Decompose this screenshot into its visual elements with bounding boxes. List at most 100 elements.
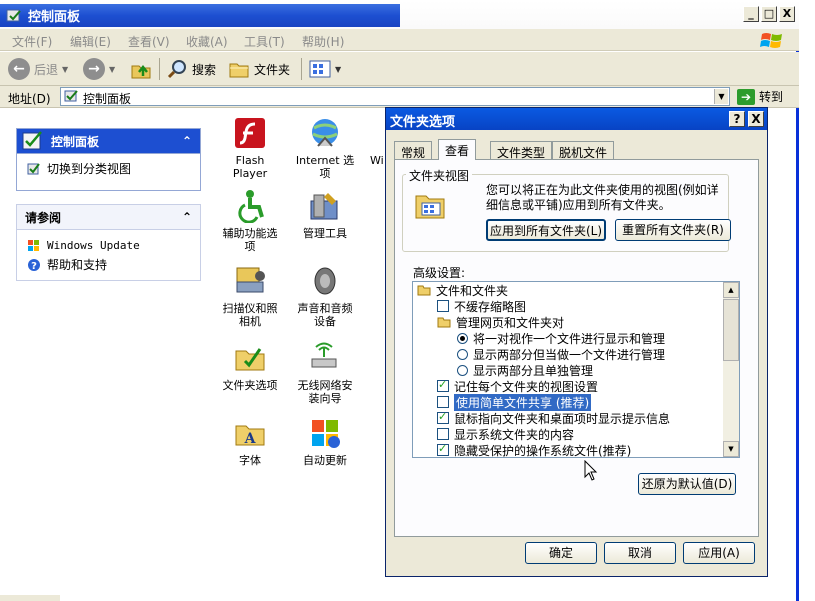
applet-fonts[interactable]: A 字体 (210, 416, 290, 467)
folder-view-icon (415, 195, 445, 219)
applet-label: 文件夹选项 (222, 379, 278, 392)
tree-scrollbar[interactable]: ▲ ▼ (723, 282, 739, 457)
applet-scanners-and-cameras[interactable]: 扫描仪和照 相机 (210, 264, 290, 328)
tree-row-show-system-folder-contents[interactable]: 显示系统文件夹的内容 (437, 426, 574, 442)
views-dropdown-icon: ▼ (335, 64, 342, 74)
applet-label: 声音和音频 设备 (297, 302, 353, 328)
folders-button[interactable]: 文件夹 (228, 57, 290, 81)
folder-icon (437, 317, 451, 327)
remember-view-settings-checkbox[interactable] (437, 378, 449, 392)
applet-sounds-and-audio[interactable]: 声音和音频 设备 (285, 264, 365, 328)
dialog-help-button[interactable]: ? (729, 111, 745, 127)
back-button[interactable]: ← 后退 ▼ (8, 57, 68, 81)
hide-protected-os-files-checkbox[interactable] (437, 442, 449, 456)
applet-label: 无线网络安 装向导 (297, 379, 353, 405)
forward-button[interactable]: → ▼ (83, 57, 115, 81)
tab-offline-files[interactable]: 脱机文件 (552, 141, 615, 160)
collapse-chevron-icon[interactable]: ⌃ (182, 210, 192, 224)
menu-edit[interactable]: 编辑(E) (70, 33, 111, 50)
applet-flash-player[interactable]: Flash Player (210, 116, 290, 180)
minimize-button[interactable]: _ (743, 6, 759, 22)
tab-view[interactable]: 查看 (438, 139, 477, 160)
applet-label: 扫描仪和照 相机 (222, 302, 278, 328)
address-label: 地址(D) (8, 92, 51, 106)
tree-row-show-popup-info[interactable]: 鼠标指向文件夹和桌面项时显示提示信息 (437, 410, 670, 426)
show-both-manage-as-one-radio[interactable] (457, 348, 468, 360)
collapse-chevron-icon[interactable]: ⌃ (182, 134, 192, 148)
menu-help[interactable]: 帮助(H) (302, 33, 344, 50)
close-button[interactable]: X (779, 6, 795, 22)
applet-administrative-tools[interactable]: 管理工具 (285, 189, 365, 240)
scroll-up-arrow-icon[interactable]: ▲ (723, 282, 739, 298)
reset-all-folders-button[interactable]: 重置所有文件夹(R) (615, 219, 731, 241)
tree-row-simple-file-sharing[interactable]: 使用简单文件共享 (推荐) (437, 393, 592, 411)
applet-label: Flash Player (232, 154, 268, 180)
dialog-titlebar[interactable]: 文件夹选项 ? X (386, 108, 767, 130)
sound-icon (314, 267, 336, 295)
accessibility-icon (238, 190, 264, 223)
window-titlebar[interactable]: 控制面板 _ □ X (0, 0, 799, 29)
tree-row-remember-view-settings[interactable]: 记住每个文件夹的视图设置 (437, 378, 598, 394)
applet-accessibility-options[interactable]: 辅助功能选 项 (210, 189, 290, 253)
menu-tools[interactable]: 工具(T) (244, 33, 285, 50)
windows-update-link[interactable]: Windows Update (17, 230, 200, 255)
folder-views-label: 文件夹视图 (406, 167, 473, 184)
up-folder-button[interactable] (130, 57, 152, 81)
tree-row-hide-protected-os-files[interactable]: 隐藏受保护的操作系统文件(推荐) (437, 442, 631, 457)
forward-arrow-icon: → (83, 58, 105, 80)
applet-label: Internet 选 项 (295, 154, 355, 180)
go-button[interactable]: ➔ 转到 (737, 88, 783, 105)
no-thumbnail-cache-checkbox[interactable] (437, 300, 449, 312)
menu-favorites[interactable]: 收藏(A) (186, 33, 228, 50)
apply-to-all-folders-button[interactable]: 应用到所有文件夹(L) (486, 219, 606, 241)
flash-icon (235, 118, 265, 148)
up-folder-icon (131, 64, 151, 79)
help-icon: ? (28, 258, 40, 272)
control-panel-pane-title: 控制面板 (51, 134, 100, 149)
see-also-pane-header[interactable]: 请参阅 ⌃ (17, 205, 200, 230)
applet-automatic-updates[interactable]: 自动更新 (285, 416, 365, 467)
help-and-support-link[interactable]: ? 帮助和支持 (17, 255, 200, 276)
control-panel-task-pane: 控制面板 ⌃ 切换到分类视图 (16, 128, 201, 191)
internet-options-icon (312, 119, 338, 147)
applet-folder-options[interactable]: 文件夹选项 (210, 341, 290, 392)
scroll-thumb[interactable] (723, 299, 739, 361)
tree-row-no-thumbnail-cache[interactable]: 不缓存缩略图 (437, 298, 526, 314)
simple-file-sharing-checkbox[interactable] (437, 396, 449, 408)
maximize-button[interactable]: □ (761, 6, 777, 22)
address-dropdown-icon[interactable]: ▼ (714, 89, 728, 104)
show-system-folder-contents-checkbox[interactable] (437, 428, 449, 440)
control-panel-pane-header[interactable]: 控制面板 ⌃ (17, 129, 200, 154)
restore-defaults-button[interactable]: 还原为默认值(D) (638, 473, 736, 495)
views-grid-icon (309, 60, 331, 78)
scroll-down-arrow-icon[interactable]: ▼ (723, 441, 739, 457)
svg-text:A: A (244, 431, 257, 447)
apply-button[interactable]: 应用(A) (683, 542, 755, 564)
tree-row-show-both-separately[interactable]: 显示两部分且单独管理 (457, 362, 593, 378)
tree-row-pair-as-single-file[interactable]: 将一对视作一个文件进行显示和管理 (457, 330, 665, 346)
toolbar-separator (159, 58, 160, 80)
show-both-separately-radio[interactable] (457, 364, 468, 376)
tab-general[interactable]: 常规 (394, 141, 433, 160)
pair-as-single-file-radio[interactable] (457, 332, 468, 344)
tree-row-show-both-manage-as-one[interactable]: 显示两部分但当做一个文件进行管理 (457, 346, 665, 362)
cancel-button[interactable]: 取消 (604, 542, 676, 564)
menu-file[interactable]: 文件(F) (12, 33, 52, 50)
control-panel-large-icon (22, 131, 42, 150)
ok-button[interactable]: 确定 (525, 542, 597, 564)
search-button[interactable]: 搜索 (166, 57, 216, 81)
go-arrow-icon: ➔ (737, 88, 755, 105)
applet-internet-options[interactable]: Internet 选 项 (285, 116, 365, 180)
applet-wireless-network-wizard[interactable]: 无线网络安 装向导 (285, 341, 365, 405)
tab-file-types[interactable]: 文件类型 (490, 141, 553, 160)
control-panel-small-icon (64, 90, 78, 102)
show-popup-info-checkbox[interactable] (437, 410, 449, 424)
menu-view[interactable]: 查看(V) (128, 33, 170, 50)
switch-to-category-view-link[interactable]: 切换到分类视图 (17, 154, 200, 180)
applet-label: 自动更新 (303, 454, 347, 467)
views-button[interactable]: ▼ (309, 57, 341, 81)
applet-windows-firewall[interactable]: Wi (360, 116, 384, 167)
dialog-close-button[interactable]: X (748, 111, 764, 127)
address-field[interactable]: 控制面板 ▼ (60, 87, 730, 106)
address-bar: 地址(D) 控制面板 ▼ ➔ 转到 (0, 86, 799, 108)
